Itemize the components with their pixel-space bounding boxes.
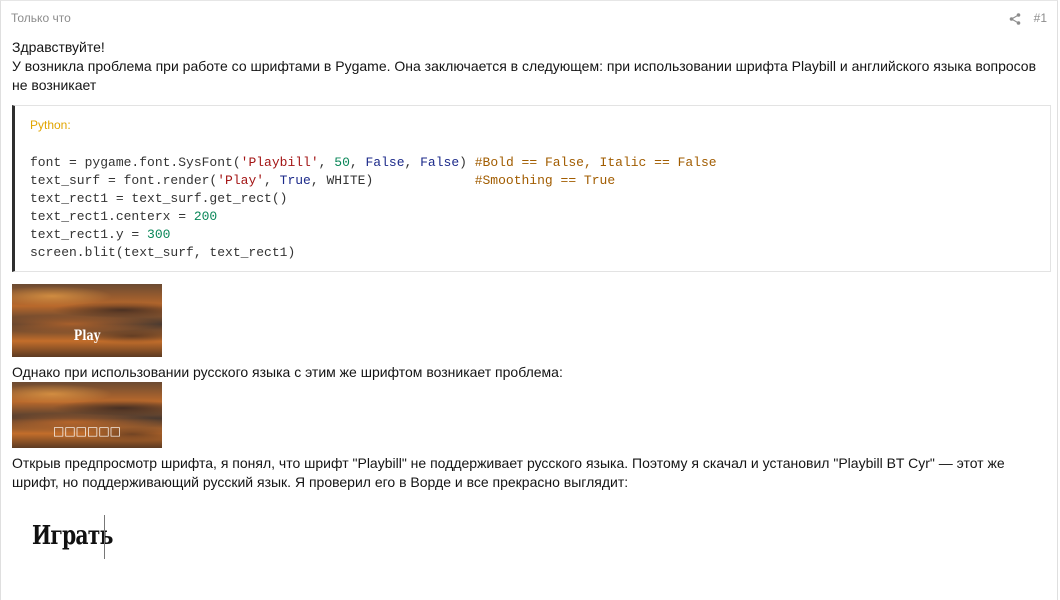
code-token: 200 bbox=[193, 209, 218, 224]
post-time[interactable]: Только что bbox=[11, 11, 71, 25]
code-token: , bbox=[404, 155, 421, 170]
code-token: 'Play' bbox=[217, 173, 265, 188]
intro-text: У возникла проблема при работе со шрифта… bbox=[12, 58, 1037, 93]
broken-font-text: □□□□□□ bbox=[52, 424, 122, 438]
code-token: text_rect1 = text_surf.get_rect() bbox=[30, 191, 288, 206]
code-token: text_rect1.y = bbox=[30, 227, 148, 242]
code-block: Python: font = pygame.font.SysFont('Play… bbox=[12, 105, 1051, 272]
code-token: 300 bbox=[147, 227, 171, 242]
outro-text: Открыв предпросмотр шрифта, я понял, что… bbox=[12, 455, 1005, 490]
post-meta: Только что #1 bbox=[11, 11, 1047, 29]
text-caret bbox=[104, 515, 105, 559]
word-preview-text: Играть bbox=[32, 521, 113, 551]
post-number-link[interactable]: #1 bbox=[1034, 11, 1047, 25]
code-token: 50 bbox=[334, 155, 350, 170]
code-line: font = pygame.font.SysFont('Playbill', 5… bbox=[30, 155, 717, 170]
code-language-label: Python: bbox=[30, 118, 71, 132]
code-line: text_rect1 = text_surf.get_rect() bbox=[30, 191, 287, 206]
code-token: , WHITE) bbox=[310, 173, 475, 188]
code-line: text_rect1.centerx = 200 bbox=[30, 209, 217, 224]
code-token: , bbox=[318, 155, 335, 170]
code-token: , bbox=[264, 173, 280, 188]
code-token: True bbox=[279, 173, 311, 188]
code-token: False bbox=[420, 155, 460, 170]
code-token: screen.blit(text_surf, text_rect1) bbox=[30, 245, 296, 260]
share-icon[interactable] bbox=[1009, 13, 1021, 25]
code-token: text_surf = font.render( bbox=[30, 173, 218, 188]
greeting-text: Здравствуйте! bbox=[12, 39, 105, 55]
play-screenshot-text: Play bbox=[73, 328, 101, 344]
code-token: text_rect1.centerx = bbox=[30, 209, 194, 224]
code-token: 'Playbill' bbox=[240, 155, 319, 170]
broken-font-screenshot: □□□□□□ bbox=[12, 382, 162, 448]
code-token: #Smoothing == True bbox=[474, 173, 616, 188]
code-token: font = pygame.font.SysFont( bbox=[30, 155, 241, 170]
code-token: False bbox=[365, 155, 405, 170]
code-line: text_rect1.y = 300 bbox=[30, 227, 170, 242]
code-content: font = pygame.font.SysFont('Playbill', 5… bbox=[30, 154, 717, 262]
code-token: #Bold == False, Italic == False bbox=[474, 155, 717, 170]
code-token: , bbox=[349, 155, 366, 170]
middle-text: Однако при использовании русского языка … bbox=[12, 364, 563, 380]
forum-post: Только что #1 Здравствуйте! У возникла п… bbox=[0, 0, 1058, 600]
code-line: screen.blit(text_surf, text_rect1) bbox=[30, 245, 295, 260]
code-line: text_surf = font.render('Play', True, WH… bbox=[30, 173, 615, 188]
code-token: ) bbox=[459, 155, 475, 170]
play-screenshot: Play bbox=[12, 284, 162, 357]
